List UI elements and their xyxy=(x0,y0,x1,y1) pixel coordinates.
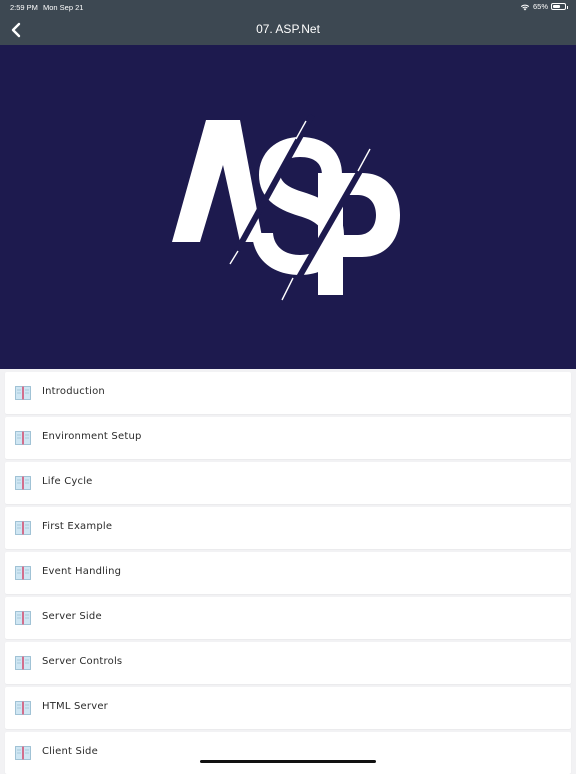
battery-percent: 65% xyxy=(532,2,548,11)
book-icon xyxy=(15,656,31,670)
topic-label: Server Controls xyxy=(42,656,123,667)
book-icon xyxy=(15,746,31,760)
topic-item[interactable]: First Example xyxy=(5,507,571,549)
battery-tip xyxy=(566,6,568,9)
book-icon xyxy=(15,611,31,625)
topic-item[interactable]: Environment Setup xyxy=(5,417,571,459)
topic-label: Environment Setup xyxy=(42,431,142,442)
book-icon xyxy=(15,386,31,400)
topic-label: HTML Server xyxy=(42,701,108,712)
topic-item[interactable]: Life Cycle xyxy=(5,462,571,504)
page-title: 07. ASP.Net xyxy=(256,22,320,36)
wifi-icon xyxy=(520,4,530,10)
nav-bar: 07. ASP.Net xyxy=(0,14,576,45)
book-icon xyxy=(15,566,31,580)
topic-label: First Example xyxy=(42,521,113,532)
book-icon xyxy=(15,431,31,445)
topic-label: Server Side xyxy=(42,611,102,622)
topic-item[interactable]: Introduction xyxy=(5,372,571,414)
book-icon xyxy=(15,701,31,715)
topic-item[interactable]: HTML Server xyxy=(5,687,571,729)
topic-item[interactable]: Server Side xyxy=(5,597,571,639)
battery-fill xyxy=(553,5,561,8)
status-time: 2:59 PM xyxy=(10,3,38,12)
status-indicators: 65% xyxy=(520,2,568,11)
battery-icon xyxy=(551,3,568,10)
status-date: Mon Sep 21 xyxy=(43,3,84,12)
topic-label: Client Side xyxy=(42,746,98,757)
status-bar: 2:59 PM Mon Sep 21 65% xyxy=(0,0,576,14)
topic-item[interactable]: Server Controls xyxy=(5,642,571,684)
topic-label: Event Handling xyxy=(42,566,122,577)
hero-banner xyxy=(0,45,576,369)
topic-label: Introduction xyxy=(42,386,105,397)
topic-label: Life Cycle xyxy=(42,476,93,487)
asp-logo xyxy=(0,45,576,369)
topic-item[interactable]: Event Handling xyxy=(5,552,571,594)
book-icon xyxy=(15,521,31,535)
home-indicator xyxy=(200,760,376,763)
book-icon xyxy=(15,476,31,490)
